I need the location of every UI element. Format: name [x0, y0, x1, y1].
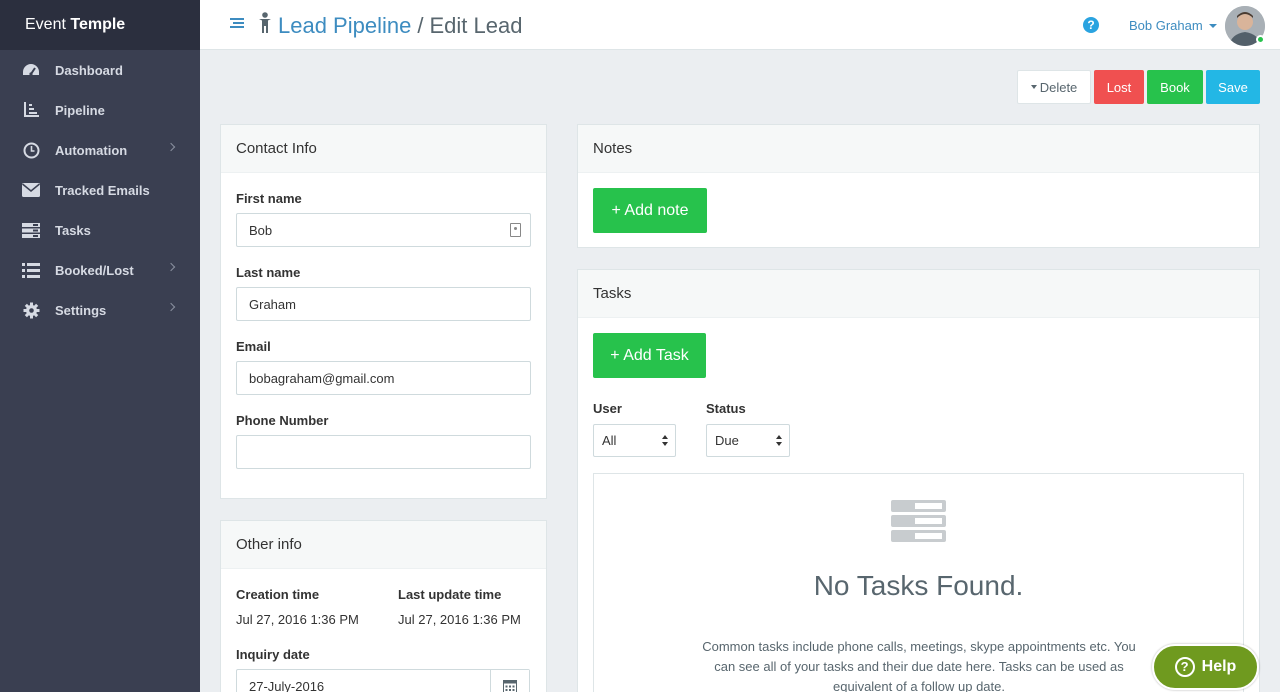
contact-info-panel: Contact Info First name Bob Last name Gr…: [220, 124, 547, 499]
page-title: Lead Pipeline / Edit Lead: [258, 12, 522, 40]
brand-logo[interactable]: Event Temple: [0, 0, 200, 50]
sidebar-item-label: Automation: [55, 142, 128, 158]
panel-title: Contact Info: [221, 125, 546, 173]
lost-button[interactable]: Lost: [1094, 70, 1144, 104]
last-update-value: Jul 27, 2016 1:36 PM: [398, 612, 521, 627]
delete-button-label: Delete: [1039, 79, 1078, 95]
caret-down-icon: [1030, 85, 1037, 89]
tasks-empty-icon: [891, 500, 946, 542]
empty-tasks-description: Common tasks include phone calls, meetin…: [702, 639, 1136, 692]
email-field[interactable]: bobagraham@gmail.com: [236, 361, 531, 395]
inquiry-date-field[interactable]: 27-July-2016: [236, 669, 530, 692]
user-filter-select[interactable]: All: [593, 424, 676, 457]
help-question-icon[interactable]: ?: [1083, 17, 1099, 33]
creation-time-value: Jul 27, 2016 1:36 PM: [236, 612, 359, 627]
first-name-label: First name: [236, 191, 302, 206]
select-arrows-icon: [776, 434, 783, 448]
user-name: Bob Graham: [1129, 18, 1203, 33]
sidebar: Event Temple Dashboard Pipeline Automati…: [0, 0, 200, 692]
inquiry-date-value: 27-July-2016: [249, 679, 325, 692]
tasks-icon: [21, 221, 41, 239]
status-filter-select[interactable]: Due: [706, 424, 790, 457]
add-note-button[interactable]: + Add note: [593, 188, 707, 233]
breadcrumb-lead-pipeline[interactable]: Lead Pipeline: [278, 13, 411, 39]
status-filter-label: Status: [706, 401, 746, 416]
sidebar-item-tracked-emails[interactable]: Tracked Emails: [0, 170, 200, 210]
envelope-icon: [21, 181, 41, 199]
phone-label: Phone Number: [236, 413, 329, 428]
sidebar-item-dashboard[interactable]: Dashboard: [0, 50, 200, 90]
sidebar-item-pipeline[interactable]: Pipeline: [0, 90, 200, 130]
sidebar-item-automation[interactable]: Automation: [0, 130, 200, 170]
breadcrumb-current: Edit Lead: [429, 13, 523, 38]
chevron-right-icon: [166, 142, 176, 152]
contact-card-icon[interactable]: [510, 223, 521, 237]
question-circle-icon: ?: [1174, 657, 1195, 677]
save-button[interactable]: Save: [1206, 70, 1260, 104]
help-button-label: Help: [1201, 658, 1237, 675]
breadcrumb-separator: /: [417, 13, 424, 38]
top-bar: Lead Pipeline / Edit Lead ? Bob Graham: [200, 0, 1280, 50]
phone-field[interactable]: [236, 435, 531, 469]
last-name-label: Last name: [236, 265, 301, 280]
sidebar-nav: Dashboard Pipeline Automation Tracked Em…: [0, 50, 200, 330]
user-menu[interactable]: Bob Graham: [1129, 18, 1217, 33]
delete-button[interactable]: Delete: [1017, 70, 1091, 104]
empty-tasks-title: No Tasks Found.: [813, 570, 1024, 601]
user-filter-label: User: [593, 401, 622, 416]
inquiry-date-label: Inquiry date: [236, 647, 310, 662]
user-filter-value: All: [602, 433, 617, 448]
tasks-panel: Tasks + Add Task User All Status Due No …: [577, 269, 1260, 692]
creation-time-label: Creation time: [236, 587, 320, 602]
status-filter-value: Due: [715, 433, 739, 448]
caret-down-icon: [1208, 23, 1217, 28]
brand-name-light: Event: [25, 16, 71, 33]
add-task-button[interactable]: + Add Task: [593, 333, 706, 378]
panel-title: Tasks: [578, 270, 1259, 318]
brand-name-bold: Temple: [70, 16, 126, 33]
sidebar-item-label: Dashboard: [55, 62, 123, 78]
panel-title: Notes: [578, 125, 1259, 173]
notes-panel: Notes + Add note: [577, 124, 1260, 248]
panel-title: Other info: [221, 521, 546, 569]
sidebar-item-label: Booked/Lost: [55, 262, 134, 278]
list-icon: [21, 261, 41, 279]
calendar-icon[interactable]: [490, 670, 529, 692]
pipeline-icon: [21, 101, 41, 119]
first-name-field[interactable]: Bob: [236, 213, 531, 247]
sidebar-item-label: Pipeline: [55, 102, 105, 118]
sidebar-item-label: Settings: [55, 302, 107, 318]
help-button[interactable]: ? Help: [1152, 644, 1259, 690]
last-update-label: Last update time: [398, 587, 502, 602]
dashboard-icon: [21, 61, 41, 79]
online-status-dot: [1256, 35, 1265, 44]
sidebar-item-settings[interactable]: Settings: [0, 290, 200, 330]
email-label: Email: [236, 339, 271, 354]
other-info-panel: Other info Creation time Jul 27, 2016 1:…: [220, 520, 547, 692]
sidebar-item-label: Tracked Emails: [55, 182, 150, 198]
chevron-right-icon: [166, 302, 176, 312]
first-name-value: Bob: [249, 223, 273, 238]
sidebar-item-booked-lost[interactable]: Booked/Lost: [0, 250, 200, 290]
gear-icon: [21, 301, 41, 319]
empty-tasks-state: No Tasks Found. Common tasks include pho…: [593, 473, 1244, 692]
last-name-field[interactable]: Graham: [236, 287, 531, 321]
select-arrows-icon: [662, 434, 669, 448]
clock-icon: [21, 141, 41, 159]
sidebar-item-label: Tasks: [55, 222, 91, 238]
menu-toggle-icon[interactable]: [230, 18, 244, 30]
book-button[interactable]: Book: [1147, 70, 1203, 104]
chevron-right-icon: [166, 262, 176, 272]
sidebar-item-tasks[interactable]: Tasks: [0, 210, 200, 250]
person-icon: [258, 12, 272, 40]
